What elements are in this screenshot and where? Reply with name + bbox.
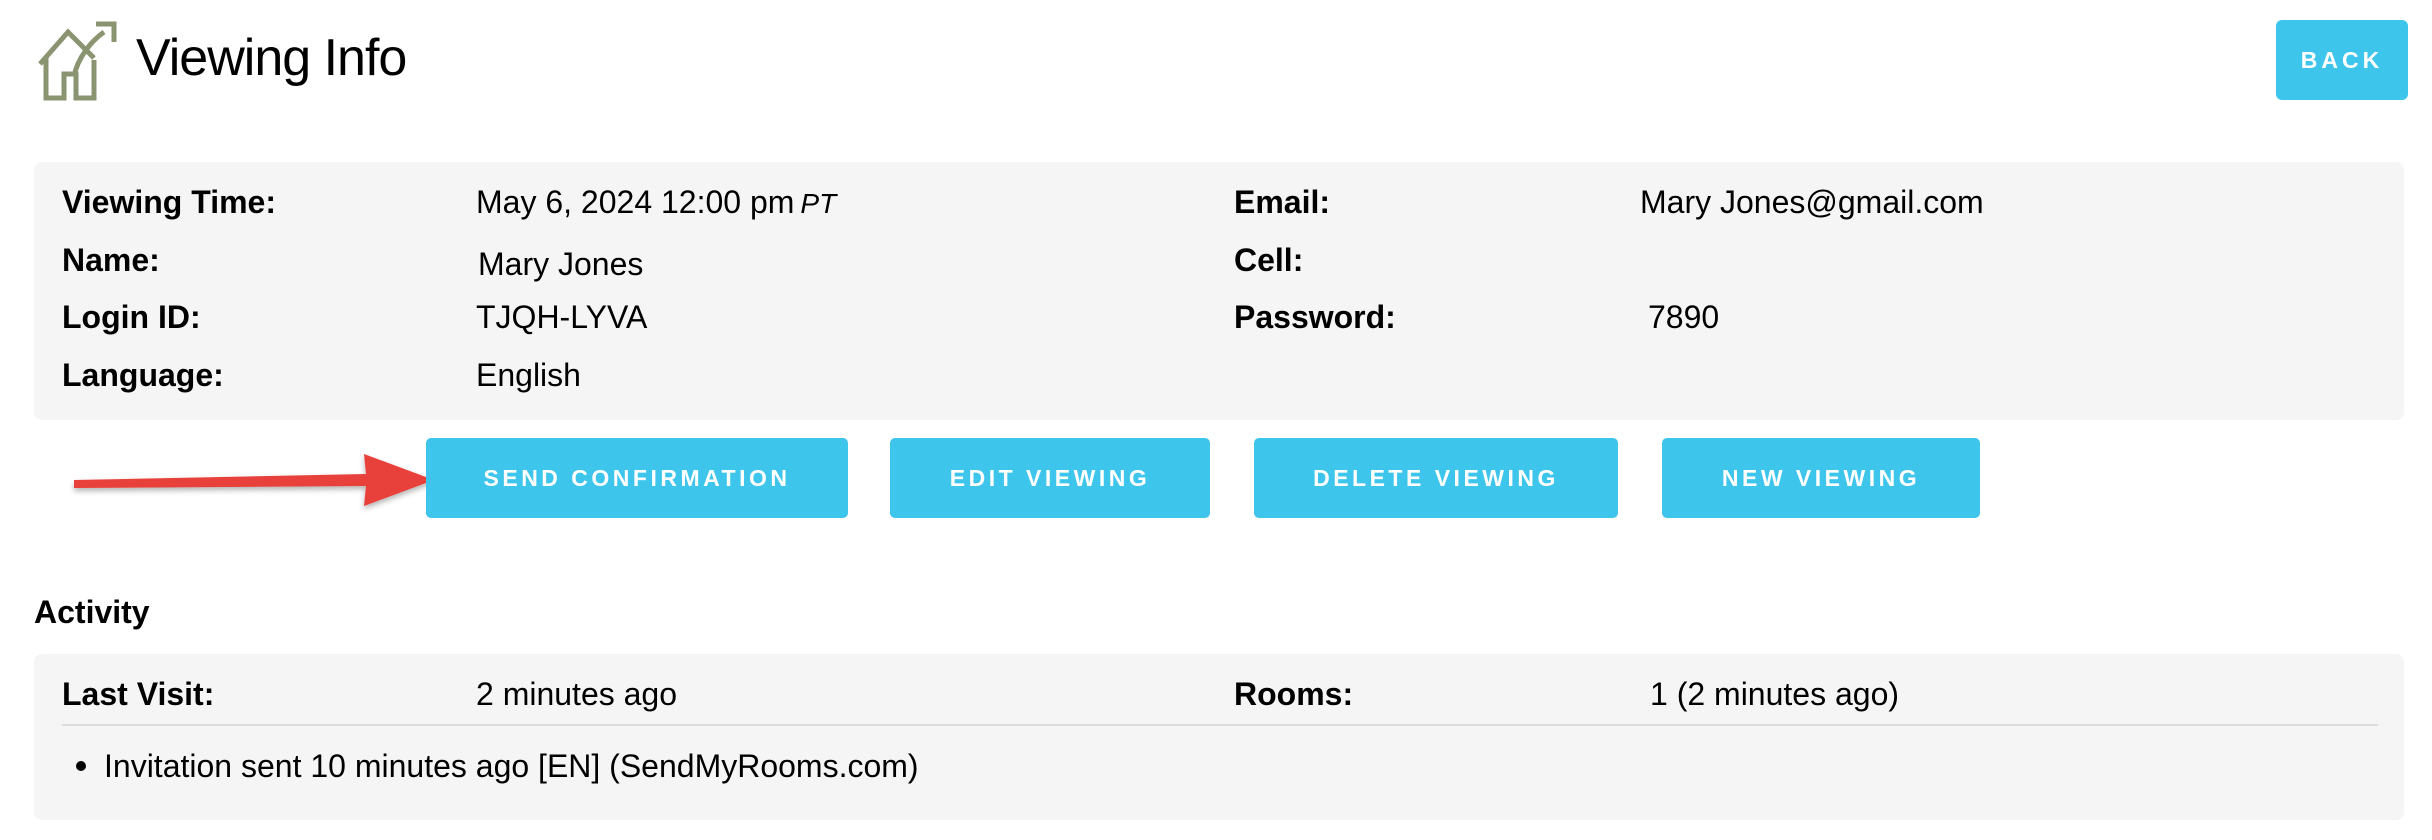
language-label: Language: <box>62 357 224 393</box>
delete-viewing-button[interactable]: DELETE VIEWING <box>1254 438 1618 518</box>
activity-divider <box>62 724 2378 726</box>
login-id-value: TJQH-LYVA <box>476 299 648 335</box>
last-visit-label: Last Visit: <box>62 676 215 712</box>
new-viewing-button[interactable]: NEW VIEWING <box>1662 438 1980 518</box>
login-id-label: Login ID: <box>62 299 201 335</box>
send-confirmation-button[interactable]: SEND CONFIRMATION <box>426 438 848 518</box>
last-visit-value: 2 minutes ago <box>476 676 678 712</box>
rooms-label: Rooms: <box>1234 676 1354 712</box>
name-value: Mary Jones <box>478 246 644 282</box>
email-label: Email: <box>1234 184 1331 220</box>
cell-label: Cell: <box>1234 242 1304 278</box>
name-label: Name: <box>62 242 160 278</box>
house-arrow-icon <box>38 21 117 101</box>
list-item: Invitation sent 10 minutes ago [EN] (Sen… <box>62 746 919 786</box>
viewing-details-panel: Viewing Time: May 6, 2024 12:00 pm PT Nam… <box>34 162 2404 420</box>
viewing-time-text: May 6, 2024 12:00 pm <box>476 184 795 220</box>
activity-item-text: Invitation sent 10 minutes ago [EN] (Sen… <box>104 748 919 784</box>
edit-viewing-button[interactable]: EDIT VIEWING <box>890 438 1210 518</box>
bullet-icon <box>76 760 86 771</box>
back-button[interactable]: BACK <box>2276 20 2408 100</box>
activity-heading: Activity <box>34 594 150 630</box>
email-value: Mary Jones@gmail.com <box>1640 184 1984 220</box>
timezone-text: PT <box>800 188 837 219</box>
annotation-arrow-icon <box>74 454 434 506</box>
viewing-time-value: May 6, 2024 12:00 pm PT <box>476 182 836 224</box>
rooms-value: 1 (2 minutes ago) <box>1650 676 1900 712</box>
activity-list: Invitation sent 10 minutes ago [EN] (Sen… <box>62 746 919 786</box>
password-label: Password: <box>1234 299 1396 335</box>
page-title: Viewing Info <box>136 29 407 87</box>
viewing-time-label: Viewing Time: <box>62 184 276 220</box>
activity-panel: Last Visit: 2 minutes ago Rooms: 1 (2 mi… <box>34 654 2404 820</box>
language-value: English <box>476 357 581 393</box>
password-value: 7890 <box>1648 299 1720 335</box>
viewing-info-page: Viewing Info BACK Viewing Time: May 6, 2… <box>0 0 2432 840</box>
